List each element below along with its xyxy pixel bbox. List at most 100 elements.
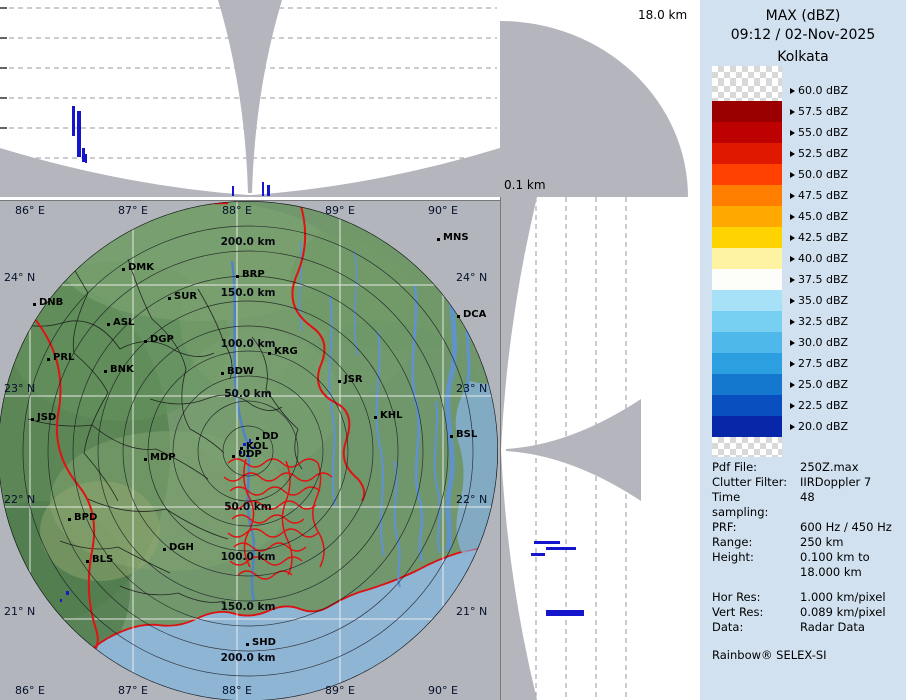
city-label: JSR xyxy=(344,374,363,385)
legend-label: 42.5 dBZ xyxy=(798,231,848,244)
metadata-row: Hor Res:1.000 km/pixel xyxy=(712,590,904,605)
height-min-label: 0.1 km xyxy=(504,178,546,192)
longitude-label: 88° E xyxy=(222,204,252,217)
city-label: ASL xyxy=(113,317,134,328)
legend-swatch xyxy=(712,122,782,143)
metadata-label: Range: xyxy=(712,535,800,550)
legend-swatch xyxy=(712,332,782,353)
legend-swatch xyxy=(712,374,782,395)
radar-display-window: 86° E86° E87° E87° E88° E88° E89° E89° E… xyxy=(0,0,906,700)
color-scale-legend: 60.0 dBZ57.5 dBZ55.0 dBZ52.5 dBZ50.0 dBZ… xyxy=(712,66,902,457)
legend-arrow-icon xyxy=(790,235,795,241)
legend-swatch xyxy=(712,269,782,290)
city-label: MNS xyxy=(443,232,469,243)
info-legend-panel: MAX (dBZ) 09:12 / 02-Nov-2025 Kolkata 60… xyxy=(700,0,906,700)
legend-label: 55.0 dBZ xyxy=(798,126,848,139)
latitude-label: 22° N xyxy=(4,493,35,506)
metadata-label: Height: xyxy=(712,550,800,565)
legend-arrow-icon xyxy=(790,88,795,94)
metadata-value: 48 xyxy=(800,490,815,520)
legend-label: 27.5 dBZ xyxy=(798,357,848,370)
range-ring-label: 150.0 km xyxy=(221,601,276,613)
legend-arrow-icon xyxy=(790,340,795,346)
legend-arrow-icon xyxy=(790,319,795,325)
xz-cross-section-panel xyxy=(0,0,500,197)
city-marker xyxy=(268,352,271,355)
metadata-row: 18.000 km xyxy=(712,565,904,580)
city-marker xyxy=(107,323,110,326)
longitude-label: 86° E xyxy=(15,204,45,217)
legend-label: 37.5 dBZ xyxy=(798,273,848,286)
metadata-row: Data:Radar Data xyxy=(712,620,904,635)
metadata-label: PRF: xyxy=(712,520,800,535)
station-name: Kolkata xyxy=(700,48,906,67)
city-label: UDP xyxy=(238,449,262,460)
legend-entry: 25.0 dBZ xyxy=(712,374,902,395)
legend-cap-bottom xyxy=(712,437,782,457)
range-ring-label: 100.0 km xyxy=(221,338,276,350)
legend-entry: 30.0 dBZ xyxy=(712,332,902,353)
yz-cross-section-panel xyxy=(500,197,641,700)
latitude-label: 24° N xyxy=(456,271,487,284)
legend-arrow-icon xyxy=(790,382,795,388)
city-label: DNB xyxy=(39,297,63,308)
legend-arrow-icon xyxy=(790,361,795,367)
legend-swatch xyxy=(712,164,782,185)
range-ring-label: 50.0 km xyxy=(224,388,272,400)
range-ring-label: 150.0 km xyxy=(221,287,276,299)
city-label: BDW xyxy=(227,366,254,377)
metadata-label: Hor Res: xyxy=(712,590,800,605)
legend-swatch xyxy=(712,311,782,332)
legend-label: 45.0 dBZ xyxy=(798,210,848,223)
echo-bars-side xyxy=(531,541,584,616)
legend-arrow-icon xyxy=(790,193,795,199)
city-label: KHL xyxy=(380,410,403,421)
metadata-label: Time sampling: xyxy=(712,490,800,520)
legend-label: 52.5 dBZ xyxy=(798,147,848,160)
legend-label: 47.5 dBZ xyxy=(798,189,848,202)
city-marker xyxy=(457,315,460,318)
city-label: SUR xyxy=(174,291,197,302)
legend-arrow-icon xyxy=(790,403,795,409)
city-label: BSL xyxy=(456,429,477,440)
legend-swatch xyxy=(712,290,782,311)
city-label: BPD xyxy=(74,512,97,523)
legend-entry: 52.5 dBZ xyxy=(712,143,902,164)
legend-swatch xyxy=(712,248,782,269)
longitude-label: 90° E xyxy=(428,684,458,697)
timestamp: 09:12 / 02-Nov-2025 xyxy=(700,26,906,45)
metadata-label: Pdf File: xyxy=(712,460,800,475)
legend-entry: 27.5 dBZ xyxy=(712,353,902,374)
city-marker xyxy=(122,268,125,271)
longitude-label: 88° E xyxy=(222,684,252,697)
legend-label: 25.0 dBZ xyxy=(798,378,848,391)
city-label: SHD xyxy=(252,637,276,648)
legend-swatch xyxy=(712,416,782,437)
latitude-label: 24° N xyxy=(4,271,35,284)
metadata-row: Clutter Filter:IIRDoppler 7 xyxy=(712,475,904,490)
metadata-value: Radar Data xyxy=(800,620,865,635)
city-marker xyxy=(450,435,453,438)
longitude-label: 87° E xyxy=(118,684,148,697)
latitude-label: 21° N xyxy=(456,605,487,618)
city-marker xyxy=(68,518,71,521)
legend-label: 57.5 dBZ xyxy=(798,105,848,118)
metadata-row: Height:0.100 km to xyxy=(712,550,904,565)
software-brand: Rainbow® SELEX-SI xyxy=(712,648,904,663)
city-marker xyxy=(163,548,166,551)
legend-swatch xyxy=(712,143,782,164)
longitude-label: 89° E xyxy=(325,204,355,217)
city-marker xyxy=(168,297,171,300)
xz-cross-section-graphic xyxy=(0,0,500,197)
legend-cap-top xyxy=(712,66,782,80)
legend-label: 20.0 dBZ xyxy=(798,420,848,433)
metadata-value: 250Z.max xyxy=(800,460,859,475)
legend-arrow-icon xyxy=(790,172,795,178)
city-marker xyxy=(374,416,377,419)
legend-label: 50.0 dBZ xyxy=(798,168,848,181)
city-label: BNK xyxy=(110,364,134,375)
city-marker xyxy=(47,358,50,361)
city-label: DGH xyxy=(169,542,194,553)
city-marker xyxy=(232,455,235,458)
city-marker xyxy=(86,560,89,563)
